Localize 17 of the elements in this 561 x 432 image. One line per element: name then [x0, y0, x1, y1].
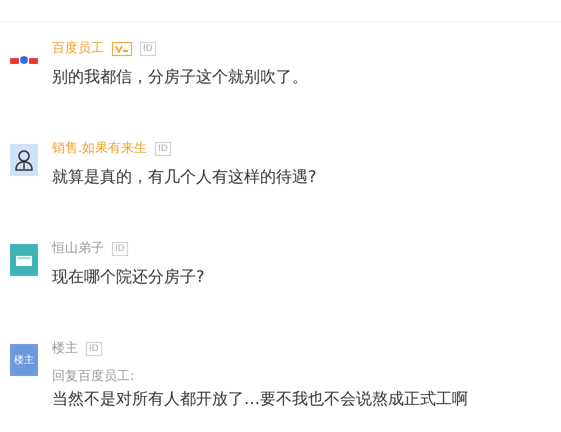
- comment-text: 就算是真的，有几个人有这样的待遇?: [52, 166, 316, 188]
- id-badge: ID: [86, 342, 102, 356]
- user-name[interactable]: 销售.如果有来生: [52, 139, 148, 159]
- reply-to-label: 回复百度员工:: [52, 368, 136, 386]
- comment-text: 别的我都信，分房子这个就别吹了。: [52, 66, 308, 88]
- comment-text: 当然不是对所有人都开放了…要不我也不会说熬成正式工啊: [52, 388, 468, 410]
- id-badge: ID: [155, 142, 171, 156]
- user-name[interactable]: 楼主: [52, 339, 78, 359]
- user-name[interactable]: 恒山弟子: [52, 239, 104, 259]
- comment-text: 现在哪个院还分房子?: [52, 266, 204, 288]
- logo-icon: [10, 55, 38, 65]
- avatar-icon: [10, 144, 38, 176]
- id-badge: ID: [140, 42, 156, 56]
- avatar-label: 楼主: [14, 354, 34, 368]
- id-badge: ID: [112, 242, 128, 256]
- avatar-icon: [10, 244, 38, 276]
- user-name[interactable]: 百度员工: [52, 39, 104, 59]
